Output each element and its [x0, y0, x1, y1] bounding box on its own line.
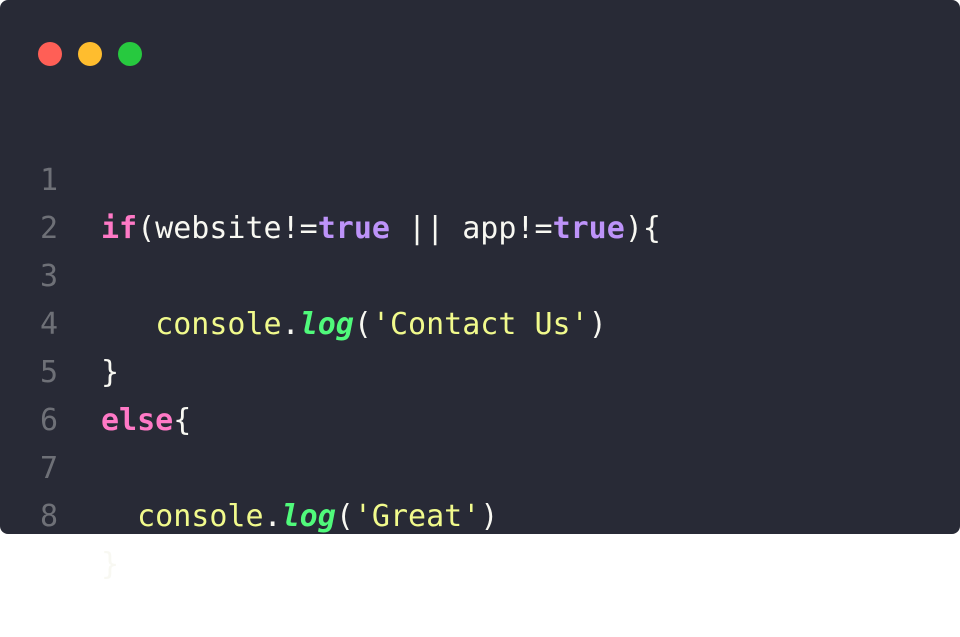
code-line: 2 [0, 157, 960, 246]
code-line: 8 } [0, 445, 960, 582]
code-line: 6 [0, 349, 960, 438]
code-line: 1 if(website!=true || app!=true){ [0, 109, 960, 246]
code-line: 7 console.log('Great') [0, 397, 960, 534]
code-text: } [101, 541, 119, 589]
code-line: 5 else{ [0, 301, 960, 438]
code-line: 4 } [0, 253, 960, 390]
code-text-segment: . [263, 499, 282, 534]
code-text-segment: } [101, 547, 120, 582]
close-dot-icon[interactable] [38, 42, 62, 66]
code-text-segment: ) [480, 499, 499, 534]
object-name: console [137, 499, 264, 534]
minimize-dot-icon[interactable] [78, 42, 102, 66]
code-window: 1 if(website!=true || app!=true){ 2 3 co… [0, 0, 960, 582]
window-controls [38, 42, 142, 66]
maximize-dot-icon[interactable] [118, 42, 142, 66]
code-text-segment: ( [335, 499, 354, 534]
code-block: 1 if(website!=true || app!=true){ 2 3 co… [0, 109, 960, 582]
string-literal: 'Great' [353, 499, 481, 534]
function-name: log [281, 499, 336, 534]
code-line: 3 console.log('Contact Us') [0, 205, 960, 342]
